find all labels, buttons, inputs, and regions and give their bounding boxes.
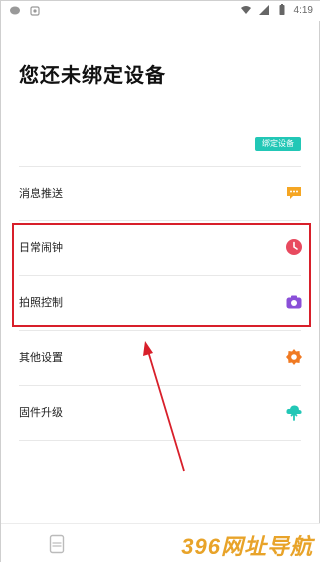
menu-item-message-push[interactable]: 消息推送	[1, 166, 320, 220]
settings-gear-icon	[286, 349, 302, 365]
status-bar: 4:19	[1, 1, 320, 21]
divider	[19, 440, 301, 441]
bind-device-button[interactable]: 绑定设备	[255, 137, 301, 151]
message-icon	[287, 187, 301, 199]
app-frame: 4:19 您还未绑定设备 绑定设备 消息推送 日常闹钟 拍照控制 其他设置 固件…	[0, 0, 320, 562]
status-time: 4:19	[293, 4, 313, 16]
status-right: 4:19	[240, 4, 313, 16]
menu-item-label: 其他设置	[19, 351, 63, 364]
highlight-box	[12, 223, 311, 327]
page-title: 您还未绑定设备	[19, 63, 166, 87]
device-tab-icon[interactable]	[49, 534, 65, 554]
upload-cloud-icon	[286, 405, 302, 421]
signal-icon	[258, 5, 269, 15]
app-notification-icon	[30, 6, 40, 16]
battery-icon	[279, 4, 285, 15]
chat-bubble-icon	[10, 6, 20, 15]
watermark: 396网址导航	[181, 534, 313, 559]
status-left	[9, 5, 41, 17]
menu-item-label: 消息推送	[19, 187, 63, 200]
menu-item-label: 固件升级	[19, 406, 63, 419]
menu-item-other-settings[interactable]: 其他设置	[1, 330, 320, 384]
menu-item-firmware-upgrade[interactable]: 固件升级	[1, 385, 320, 439]
wifi-icon	[240, 6, 251, 14]
